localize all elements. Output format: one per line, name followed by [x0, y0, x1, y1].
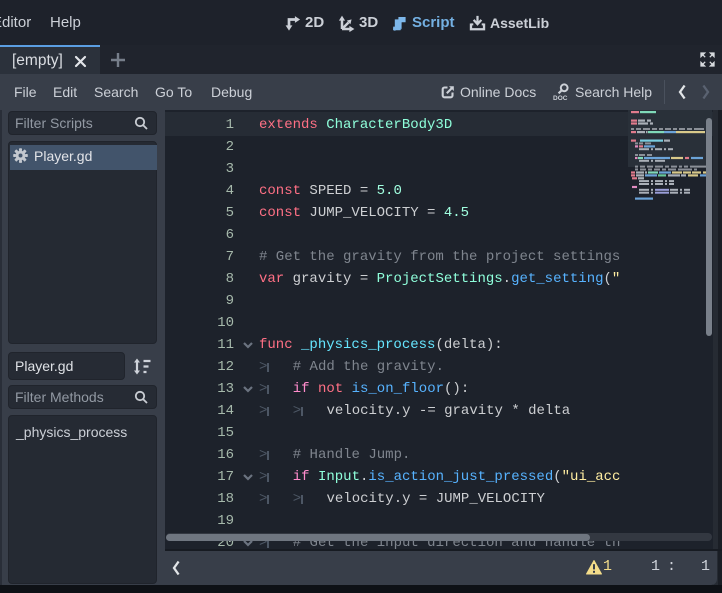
svg-text:DOC: DOC: [553, 95, 568, 101]
